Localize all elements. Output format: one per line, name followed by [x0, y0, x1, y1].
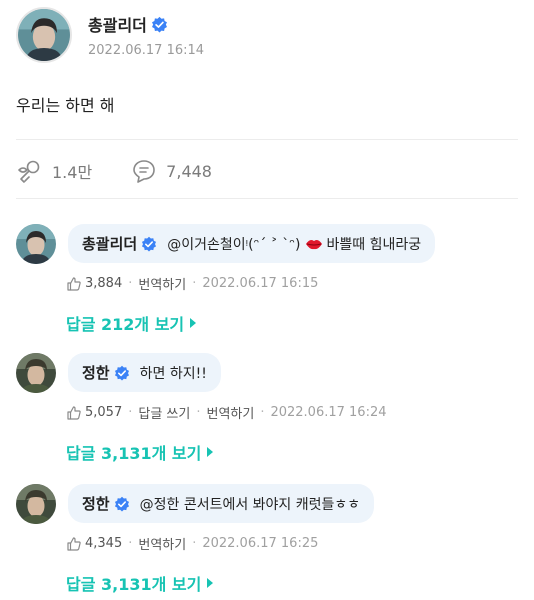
post-author-name[interactable]: 총괄리더	[88, 12, 147, 36]
post-author-avatar[interactable]	[16, 7, 72, 63]
post-date: 2022.06.17 16:14	[88, 43, 205, 58]
triangle-right-icon	[207, 578, 214, 588]
comment-time: 2022.06.17 16:25	[202, 536, 319, 551]
post-body-text: 우리는 하면 해	[16, 96, 115, 115]
translate-link[interactable]: 번역하기	[206, 403, 254, 422]
separator-dot: ·	[128, 276, 133, 291]
comment-item: 정한 @정한 콘서트에서 봐야지 캐럿들ㅎㅎ 4,345 · 번역하기 · 20…	[16, 484, 518, 595]
like-icon	[16, 157, 44, 185]
comment-text-tail: 바쁠때 힘내라궁	[326, 236, 422, 253]
comment-bubble: 정한 @정한 콘서트에서 봐야지 캐럿들ㅎㅎ	[68, 484, 375, 523]
comment-button[interactable]: 7,448	[130, 157, 212, 185]
view-replies-label: 답글 212개 보기	[66, 315, 185, 334]
like-icon[interactable]	[66, 405, 82, 421]
post-author-info: 총괄리더 2022.06.17 16:14	[88, 12, 204, 58]
verified-badge-icon	[114, 496, 130, 512]
post-comment-count: 7,448	[166, 161, 212, 181]
like-icon[interactable]	[66, 536, 82, 552]
comment-text: 하면 하지!!	[139, 365, 207, 382]
comment-item: 총괄리더 @이거손철이ᵎ(ᵔ´ ˃ `ᵔ) 바쁠때 힘내라궁 3,884 · 번…	[16, 224, 518, 335]
comment-time: 2022.06.17 16:15	[202, 276, 319, 291]
verified-badge-icon	[114, 365, 130, 381]
separator-dot: ·	[196, 405, 201, 420]
comment-meta: 4,345 · 번역하기 · 2022.06.17 16:25	[66, 534, 518, 553]
comment-icon	[130, 157, 158, 185]
comment-author-avatar[interactable]	[16, 224, 56, 264]
like-button[interactable]: 1.4만	[16, 157, 92, 185]
triangle-right-icon	[190, 318, 197, 328]
translate-link[interactable]: 번역하기	[138, 534, 186, 553]
comment-author-name[interactable]: 정한	[82, 362, 110, 383]
view-replies-link[interactable]: 답글 3,131개 보기	[66, 571, 214, 595]
comment-author-name[interactable]: 총괄리더	[82, 233, 137, 254]
separator-dot: ·	[192, 536, 197, 551]
separator-dot: ·	[128, 405, 133, 420]
comment-like-count: 5,057	[85, 405, 123, 420]
like-icon[interactable]	[66, 276, 82, 292]
comment-text: @정한 콘서트에서 봐야지 캐럿들ㅎㅎ	[139, 496, 361, 513]
view-replies-link[interactable]: 답글 3,131개 보기	[66, 440, 214, 464]
comment-author-avatar[interactable]	[16, 484, 56, 524]
view-replies-link[interactable]: 답글 212개 보기	[66, 311, 197, 335]
post-like-count: 1.4만	[52, 163, 93, 182]
view-replies-label: 답글 3,131개 보기	[66, 575, 202, 594]
comment-author-name[interactable]: 정한	[82, 493, 110, 514]
lips-emoji-icon	[305, 237, 323, 251]
divider	[16, 139, 518, 140]
separator-dot: ·	[260, 405, 265, 420]
verified-badge-icon	[141, 236, 157, 252]
post-header: 총괄리더 2022.06.17 16:14	[16, 4, 204, 66]
post-action-bar: 1.4만 7,448	[16, 154, 250, 188]
divider	[16, 198, 518, 199]
view-replies-label: 답글 3,131개 보기	[66, 444, 202, 463]
comment-bubble: 총괄리더 @이거손철이ᵎ(ᵔ´ ˃ `ᵔ) 바쁠때 힘내라궁	[68, 224, 436, 263]
comment-like-count: 3,884	[85, 276, 123, 291]
comment-text: @이거손철이ᵎ(ᵔ´ ˃ `ᵔ)	[167, 236, 301, 253]
comment-like-count: 4,345	[85, 536, 123, 551]
verified-badge-icon	[151, 16, 168, 33]
comment-item: 정한 하면 하지!! 5,057 · 답글 쓰기 · 번역하기 · 2022.0…	[16, 353, 518, 464]
comment-time: 2022.06.17 16:24	[270, 405, 387, 420]
separator-dot: ·	[128, 536, 133, 551]
reply-link[interactable]: 답글 쓰기	[138, 403, 190, 422]
comment-author-avatar[interactable]	[16, 353, 56, 393]
comment-bubble: 정한 하면 하지!!	[68, 353, 221, 392]
translate-link[interactable]: 번역하기	[138, 274, 186, 293]
comment-meta: 3,884 · 번역하기 · 2022.06.17 16:15	[66, 274, 518, 293]
separator-dot: ·	[192, 276, 197, 291]
triangle-right-icon	[207, 447, 214, 457]
post-author-name-row: 총괄리더	[88, 12, 204, 36]
comment-meta: 5,057 · 답글 쓰기 · 번역하기 · 2022.06.17 16:24	[66, 403, 518, 422]
